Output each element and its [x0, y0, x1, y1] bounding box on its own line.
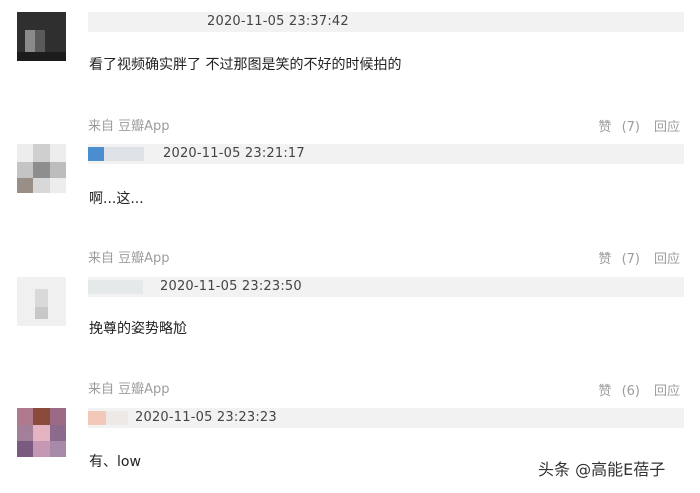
nickname-blur — [88, 280, 143, 294]
like-button[interactable]: 赞 (7) — [592, 120, 640, 135]
like-label: 赞 — [598, 120, 612, 135]
comment-header: 2020-11-05 23:23:23 — [88, 408, 684, 428]
avatar[interactable] — [17, 144, 66, 193]
comment-header: 2020-11-05 23:21:17 — [88, 144, 684, 164]
watermark: 头条 @高能E蓓子 — [538, 460, 666, 479]
comment-header: 2020-11-05 23:37:42 — [88, 12, 684, 32]
nickname-blur — [88, 411, 106, 425]
like-count: (6) — [621, 384, 640, 399]
comment-actions: 赞 (7) 回应 — [586, 248, 680, 267]
reply-button[interactable]: 回应 — [654, 120, 680, 135]
comment-actions: 赞 (6) 回应 — [586, 380, 680, 399]
comment-source: 来自 豆瓣App — [88, 119, 170, 134]
like-count: (7) — [621, 252, 640, 267]
avatar[interactable] — [17, 277, 66, 326]
like-button[interactable]: 赞 (6) — [592, 384, 640, 399]
reply-button[interactable]: 回应 — [654, 384, 680, 399]
comment-source: 来自 豆瓣App — [88, 382, 170, 397]
like-label: 赞 — [598, 252, 612, 267]
nickname-blur — [88, 147, 104, 161]
avatar[interactable] — [17, 12, 66, 61]
comment-timestamp: 2020-11-05 23:37:42 — [207, 14, 349, 29]
comment-source: 来自 豆瓣App — [88, 251, 170, 266]
comment-text: 啊...这... — [89, 191, 144, 207]
comment-timestamp: 2020-11-05 23:23:23 — [135, 410, 277, 425]
comment-actions: 赞 (7) 回应 — [586, 116, 680, 135]
like-button[interactable]: 赞 (7) — [592, 252, 640, 267]
like-label: 赞 — [598, 384, 612, 399]
comment-header: 2020-11-05 23:23:50 — [88, 277, 684, 297]
reply-button[interactable]: 回应 — [654, 252, 680, 267]
comment-timestamp: 2020-11-05 23:23:50 — [160, 279, 302, 294]
comment-timestamp: 2020-11-05 23:21:17 — [163, 146, 305, 161]
comment-text: 看了视频确实胖了 不过那图是笑的不好的时候拍的 — [89, 57, 402, 73]
comment-text: 有、low — [89, 454, 141, 470]
avatar[interactable] — [17, 408, 66, 457]
comment-text: 挽尊的姿势略尬 — [89, 321, 187, 337]
like-count: (7) — [621, 120, 640, 135]
